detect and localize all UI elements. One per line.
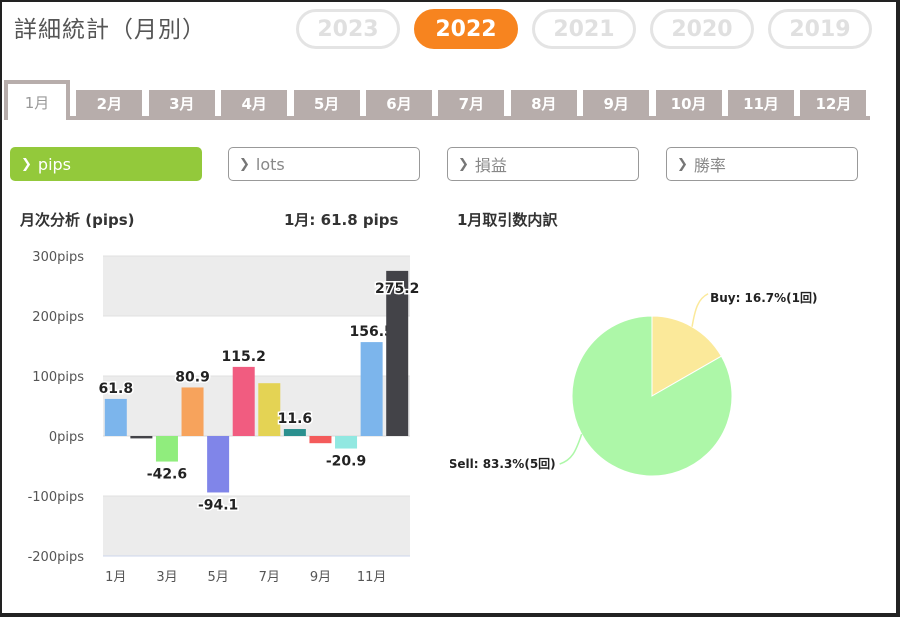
metric-button-label: pips (37, 154, 71, 174)
y-tick-label: -200pips (28, 550, 85, 565)
trade-breakdown-pie-chart: Buy: 16.7%(1回) Sell: 83.3%(5回) (450, 291, 818, 477)
pie-label-sell: Sell: 83.3%(5回) (450, 457, 556, 471)
year-button-2022[interactable]: 2022 (414, 9, 518, 49)
bar-data-label: 115.2 (222, 349, 266, 365)
x-tick-label: 3月 (156, 570, 177, 585)
tab-month-11[interactable]: 11月 (728, 90, 794, 116)
tab-month-5[interactable]: 5月 (293, 90, 360, 116)
tab-month-12[interactable]: 12月 (800, 90, 867, 116)
breakdown-title: 1月取引数内訳 (457, 211, 558, 229)
connector-sell (559, 433, 583, 465)
month-tabs: 1月 2月 3月 4月 5月 6月 7月 8月 9月 10月 11月 12月 (4, 80, 870, 122)
bar-2[interactable] (130, 436, 153, 439)
x-tick-label: 5月 (207, 570, 228, 585)
x-tick-label: 9月 (310, 570, 331, 585)
connector-buy (691, 293, 709, 327)
page-title: 詳細統計（月別） (14, 17, 206, 43)
chevron-right-icon: ❯ (458, 156, 469, 172)
monthly-bar-chart: 300pips 200pips 100pips 0pips -100pips -200pi… (28, 250, 421, 585)
bar-data-label: -42.6 (147, 467, 187, 483)
y-tick-label: 0pips (49, 430, 84, 445)
bar-9[interactable] (309, 436, 332, 444)
x-tick-label: 1月 (105, 570, 126, 585)
metric-button-pips[interactable]: ❯ pips (10, 147, 202, 181)
chevron-right-icon: ❯ (239, 156, 250, 172)
bar-4[interactable] (181, 387, 204, 436)
x-tick-label: 7月 (259, 570, 280, 585)
bar-8[interactable] (283, 429, 306, 436)
tab-month-2[interactable]: 2月 (76, 90, 143, 116)
bar-6[interactable] (232, 366, 255, 436)
tab-month-10[interactable]: 10月 (655, 90, 722, 116)
plot-band (103, 496, 410, 556)
tab-month-3[interactable]: 3月 (148, 90, 215, 116)
tab-rail (4, 116, 870, 120)
bar-1[interactable] (104, 398, 127, 436)
pie-label-buy: Buy: 16.7%(1回) (710, 291, 817, 305)
bar-data-label: -94.1 (198, 497, 238, 513)
year-selector: 2023 2022 2021 2020 2019 (296, 9, 872, 49)
bar-data-label: 275.2 (375, 281, 419, 297)
year-button-2019[interactable]: 2019 (768, 9, 872, 49)
monthly-summary: 1月: 61.8 pips (284, 211, 399, 229)
y-tick-label: 200pips (32, 310, 84, 325)
bar-data-label: 61.8 (99, 381, 134, 397)
tab-month-4[interactable]: 4月 (221, 90, 288, 116)
tab-month-6[interactable]: 6月 (366, 90, 432, 116)
monthly-analysis-title: 月次分析 (pips) (20, 211, 135, 229)
tab-month-7[interactable]: 7月 (438, 90, 505, 116)
x-tick-label: 11月 (357, 570, 387, 585)
tab-month-1[interactable]: 1月 (4, 80, 70, 120)
bar-3[interactable] (155, 436, 178, 462)
bar-7[interactable] (258, 383, 281, 436)
year-button-2020[interactable]: 2020 (650, 9, 754, 49)
y-tick-label: -100pips (28, 490, 85, 505)
tab-month-9[interactable]: 9月 (583, 90, 650, 116)
chevron-right-icon: ❯ (21, 156, 32, 172)
bar-10[interactable] (335, 436, 358, 449)
metric-button-win-rate[interactable]: ❯ 勝率 (666, 147, 858, 181)
y-tick-label: 100pips (32, 370, 84, 385)
metric-button-label: lots (255, 154, 285, 174)
bar-data-label: -20.9 (326, 454, 366, 470)
metric-button-profit-loss[interactable]: ❯ 損益 (447, 147, 639, 181)
bar-5[interactable] (207, 436, 230, 493)
year-button-2023[interactable]: 2023 (296, 9, 400, 49)
chevron-right-icon: ❯ (677, 156, 688, 172)
metric-button-label: 勝率 (693, 156, 726, 175)
bar-data-label: 80.9 (175, 369, 210, 385)
tab-month-8[interactable]: 8月 (510, 90, 577, 116)
bar-data-label: 11.6 (278, 411, 313, 427)
plot-band (103, 256, 410, 316)
bar-11[interactable] (360, 342, 383, 436)
metric-button-lots[interactable]: ❯ lots (228, 147, 420, 181)
y-tick-label: 300pips (32, 250, 84, 265)
metric-button-label: 損益 (474, 156, 507, 175)
year-button-2021[interactable]: 2021 (532, 9, 636, 49)
